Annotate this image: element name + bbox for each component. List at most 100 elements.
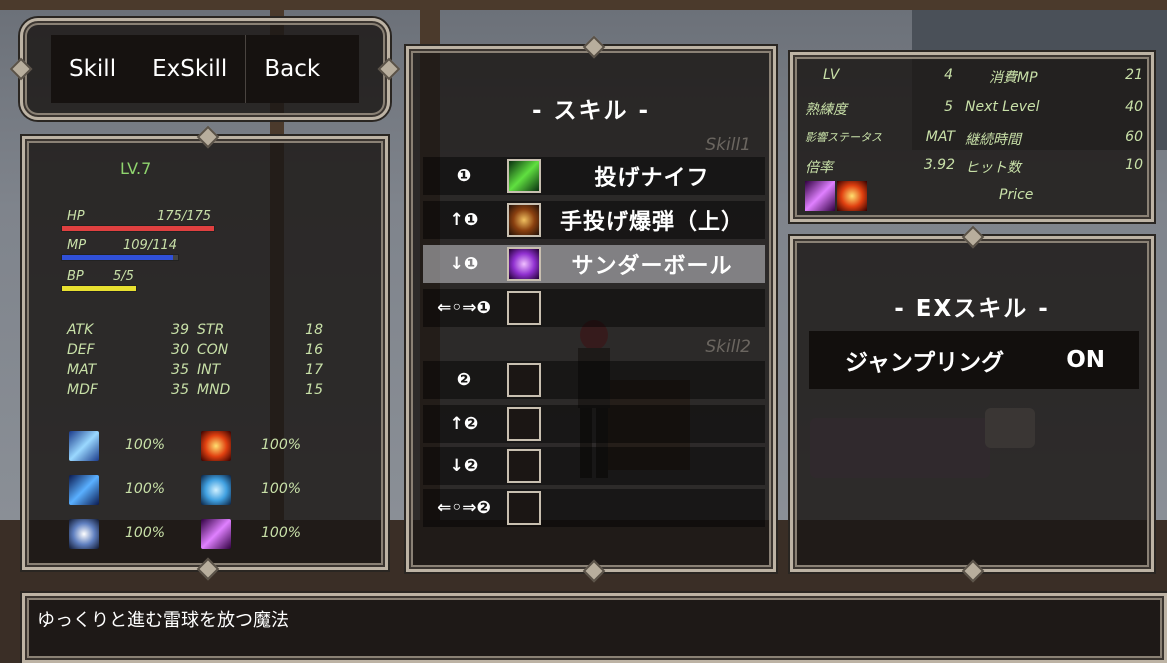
bomb-icon [509, 205, 539, 235]
skill-key: ❷ [456, 370, 472, 390]
purple-vortex-icon [509, 249, 539, 279]
info-prof-value: 5 [944, 99, 953, 115]
stat-mnd-label: MND [197, 382, 231, 398]
info-next-value: 40 [1125, 99, 1143, 115]
skill-name [545, 447, 759, 485]
stat-def-label: DEF [67, 342, 95, 358]
info-next-label: Next Level [965, 99, 1040, 115]
light-burst-icon [69, 519, 99, 549]
mp-value: 109/114 [123, 238, 178, 253]
stat-int-label: INT [197, 362, 221, 378]
menu-back[interactable]: Back [246, 35, 338, 103]
resist-value: 100% [125, 481, 166, 497]
menu-exskill[interactable]: ExSkill [134, 35, 245, 103]
dark-slash-icon [201, 519, 231, 549]
info-mp-label: 消費MP [989, 70, 1038, 86]
skill-slot-row[interactable]: ⇐◦⇒❷ [423, 489, 765, 527]
skill-slot-row[interactable]: ❶ 投げナイフ [423, 157, 765, 195]
stat-mdf-label: MDF [67, 382, 98, 398]
stat-def-value: 30 [171, 342, 189, 358]
status-panel: LV.7 HP 175/175 MP 109/114 BP 5/5 ATK 39… [22, 125, 388, 581]
skill-key: ↑❶ [449, 210, 479, 230]
info-mult-value: 3.92 [923, 157, 955, 173]
info-lv-label: LV [823, 67, 840, 83]
water-slash-icon [69, 475, 99, 505]
info-price-label: Price [999, 187, 1034, 203]
skill-name: 投げナイフ [594, 166, 710, 191]
info-dur-value: 60 [1125, 129, 1143, 145]
skill-name [545, 361, 759, 399]
mp-label: MP [67, 238, 87, 253]
skill-name [545, 489, 759, 527]
info-hits-value: 10 [1125, 157, 1143, 173]
skill-group-1-label: Skill1 [705, 135, 751, 155]
stat-mat-value: 35 [171, 362, 189, 378]
skill-name [545, 405, 759, 443]
hp-label: HP [67, 209, 85, 224]
wooden-beam [0, 0, 1167, 10]
skill-slot-row[interactable]: ↓❷ [423, 447, 765, 485]
skill-slot [507, 449, 541, 483]
green-knife-icon [509, 161, 539, 191]
info-dur-label: 継続時間 [965, 132, 1021, 148]
ice-slash-icon [69, 431, 99, 461]
hp-bar [61, 225, 215, 232]
exskill-panel-title: - EXスキル - [894, 296, 1050, 322]
skill-slot-row[interactable]: ❷ [423, 361, 765, 399]
skill-slot-row[interactable]: ↑❶ 手投げ爆弾（上） [423, 201, 765, 239]
stat-con-label: CON [197, 342, 229, 358]
fire-orb-icon [201, 431, 231, 461]
stat-mdf-value: 35 [171, 382, 189, 398]
exskill-panel: - EXスキル - ジャンプリング ON [790, 225, 1154, 583]
dark-slash-icon [805, 181, 835, 211]
character-level: LV.7 [120, 159, 152, 178]
info-lv-value: 4 [944, 67, 953, 83]
resist-value: 100% [261, 437, 302, 453]
skill-slot-row[interactable]: ↑❷ [423, 405, 765, 443]
info-aff-value: MAT [925, 129, 955, 145]
resist-value: 100% [125, 525, 166, 541]
skill-group-2-label: Skill2 [705, 337, 751, 357]
bp-bar [61, 285, 137, 292]
ice-crystal-icon [201, 475, 231, 505]
skill-slot-row-selected[interactable]: ↓❶ サンダーボール [423, 245, 765, 283]
stat-atk-value: 39 [171, 322, 189, 338]
skill-slot [507, 407, 541, 441]
skill-key: ❶ [456, 166, 472, 186]
info-mp-value: 21 [1125, 67, 1143, 83]
exskill-toggle-state[interactable]: ON [1066, 347, 1105, 373]
info-aff-label: 影響ステータス [805, 131, 882, 144]
stat-atk-label: ATK [67, 322, 94, 338]
resist-value: 100% [261, 481, 302, 497]
command-menu: Skill ExSkill Back [9, 18, 401, 120]
mp-bar [61, 254, 179, 261]
info-mult-label: 倍率 [805, 160, 833, 176]
exskill-row[interactable]: ジャンプリング ON [809, 331, 1139, 389]
skill-slot [507, 491, 541, 525]
bp-value: 5/5 [113, 269, 134, 284]
stat-str-label: STR [197, 322, 225, 338]
skill-key: ↓❶ [449, 254, 479, 274]
skill-slot [507, 203, 541, 237]
skill-slot [507, 363, 541, 397]
stat-con-value: 16 [305, 342, 323, 358]
skill-key: ⇐◦⇒❷ [437, 498, 491, 518]
skill-info-panel: LV 4 消費MP 21 熟練度 5 Next Level 40 影響ステータス… [790, 52, 1154, 222]
skill-slot [507, 159, 541, 193]
info-hits-label: ヒット数 [965, 160, 1021, 176]
stat-int-value: 17 [305, 362, 323, 378]
info-prof-label: 熟練度 [805, 102, 847, 118]
resist-value: 100% [261, 525, 302, 541]
skill-slot [507, 247, 541, 281]
stat-mnd-value: 15 [305, 382, 323, 398]
menu-skill[interactable]: Skill [51, 35, 134, 103]
stat-mat-label: MAT [67, 362, 97, 378]
bp-label: BP [67, 269, 84, 284]
stat-str-value: 18 [305, 322, 323, 338]
skill-panel-title: - スキル - [531, 98, 651, 124]
skill-description: ゆっくりと進む雷球を放つ魔法 [37, 610, 289, 631]
description-box: ゆっくりと進む雷球を放つ魔法 [22, 593, 1167, 663]
skill-panel: - スキル - Skill1 Skill2 ❶ 投げナイフ ↑❶ 手投げ爆弾（上… [406, 35, 776, 583]
skill-slot-row[interactable]: ⇐◦⇒❶ [423, 289, 765, 327]
skill-name: サンダーボール [571, 254, 733, 279]
